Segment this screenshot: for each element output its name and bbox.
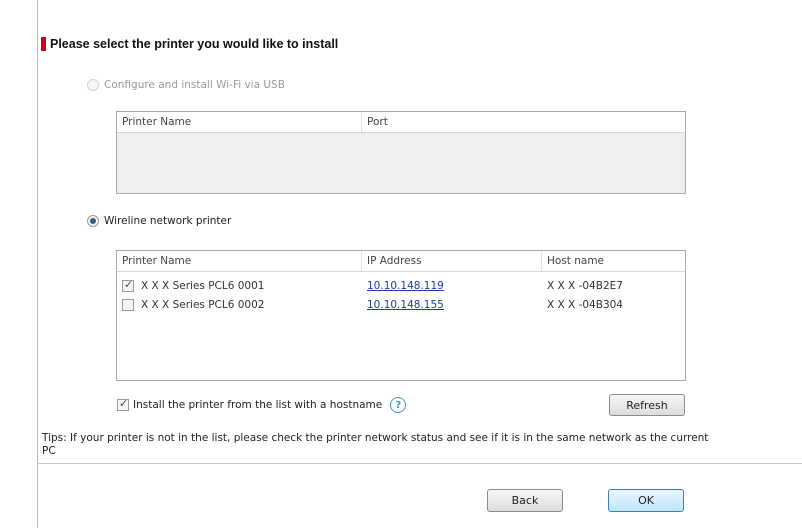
printer-name-cell: X X X Series PCL6 0001 — [117, 278, 362, 292]
ip-address-link[interactable]: 10.10.148.155 — [367, 299, 444, 311]
usb-printer-table: Printer Name Port — [116, 111, 686, 194]
column-header-port[interactable]: Port — [362, 112, 685, 132]
network-printer-table: Printer Name IP Address Host name X X X … — [116, 250, 686, 381]
refresh-button[interactable]: Refresh — [609, 394, 685, 416]
help-icon[interactable]: ? — [390, 397, 407, 413]
usb-radio-option[interactable]: Configure and install Wi-Fi via USB — [87, 79, 285, 91]
host-name-cell: X X X -04B304 — [547, 298, 623, 311]
usb-table-header: Printer Name Port — [117, 112, 685, 133]
ip-address-link[interactable]: 10.10.148.119 — [367, 280, 444, 292]
back-button[interactable]: Back — [487, 489, 563, 512]
hostname-checkbox[interactable] — [117, 397, 129, 411]
heading-accent-bar — [41, 37, 46, 51]
section-heading: Please select the printer you would like… — [41, 37, 338, 51]
network-radio-button[interactable] — [87, 215, 99, 227]
printer-name: X X X Series PCL6 0002 — [141, 298, 265, 311]
network-radio-option[interactable]: Wireline network printer — [87, 215, 231, 227]
host-name-cell: X X X -04B2E7 — [547, 279, 623, 292]
printer-name: X X X Series PCL6 0001 — [141, 279, 265, 292]
left-divider — [37, 0, 38, 528]
tips-text: Tips: If your printer is not in the list… — [42, 432, 709, 457]
column-header-ip-address[interactable]: IP Address — [362, 251, 542, 271]
column-header-printer-name[interactable]: Printer Name — [117, 112, 362, 132]
printer-name-cell: X X X Series PCL6 0002 — [117, 298, 362, 311]
column-header-host-name[interactable]: Host name — [542, 251, 685, 271]
usb-radio-label: Configure and install Wi-Fi via USB — [104, 79, 285, 91]
table-row[interactable]: X X X Series PCL6 0001 10.10.148.119 X X… — [117, 276, 685, 295]
hostname-checkbox-option[interactable]: Install the printer from the list with a… — [117, 397, 407, 413]
network-radio-label: Wireline network printer — [104, 215, 232, 227]
ip-address-cell: 10.10.148.155 — [362, 299, 542, 311]
ok-button[interactable]: OK — [608, 489, 684, 512]
network-table-header: Printer Name IP Address Host name — [117, 251, 685, 272]
heading-text: Please select the printer you would like… — [50, 37, 339, 51]
column-header-printer-name[interactable]: Printer Name — [117, 251, 362, 271]
row-checkbox[interactable] — [122, 278, 134, 292]
hostname-checkbox-label: Install the printer from the list with a… — [133, 399, 383, 411]
table-row[interactable]: X X X Series PCL6 0002 10.10.148.155 X X… — [117, 295, 685, 314]
usb-radio-button[interactable] — [87, 79, 99, 91]
footer-separator — [37, 463, 802, 464]
row-checkbox[interactable] — [122, 298, 134, 311]
ip-address-cell: 10.10.148.119 — [362, 280, 542, 292]
